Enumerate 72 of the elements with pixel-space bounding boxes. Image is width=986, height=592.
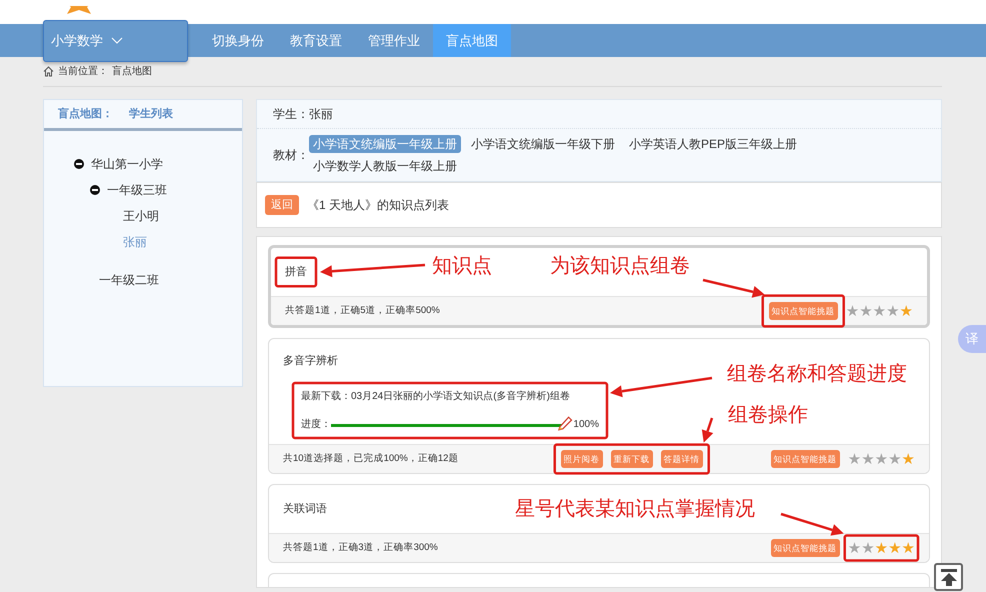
home-icon	[43, 66, 54, 77]
empty-star-icon: ★	[888, 452, 902, 466]
leader-arrow	[702, 418, 714, 443]
sidebar-title: 盲点地图：	[58, 106, 113, 122]
empty-star-icon: ★	[848, 540, 862, 556]
textbook-option[interactable]: 小学语文统编版一年级下册	[467, 135, 619, 153]
collapse-toggle-icon[interactable]	[74, 159, 84, 169]
leader-arrow	[702, 278, 765, 298]
progress-label: 进度：	[301, 418, 331, 432]
back-to-top-button[interactable]	[934, 563, 963, 591]
progress-reading: 100%	[573, 418, 599, 432]
arrow-up-icon	[938, 567, 958, 587]
annotation-label: 组卷操作	[728, 405, 808, 425]
nav-tab[interactable]: 盲点地图	[433, 24, 511, 57]
back-button[interactable]: 返回	[265, 194, 299, 216]
student-item[interactable]: 王小明	[123, 207, 159, 225]
student-name: 张丽	[309, 106, 333, 123]
student-item[interactable]: 张丽	[123, 233, 147, 251]
subject-dropdown[interactable]: 小学数学	[43, 20, 188, 62]
breadcrumb-label: 当前位置：	[58, 64, 108, 79]
smart-pick-button[interactable]: 知识点智能挑题	[770, 450, 840, 468]
sidebar-subtitle: 学生列表	[129, 106, 173, 122]
filled-star-icon: ★	[874, 540, 888, 556]
paper-action-button[interactable]: 照片阅卷	[560, 450, 603, 468]
knowledge-point-title: 关联词语	[283, 502, 327, 517]
knowledge-point-title: 拼音	[285, 264, 307, 280]
empty-star-icon: ★	[872, 304, 886, 318]
chevron-down-icon	[111, 37, 123, 45]
empty-star-icon: ★	[861, 540, 875, 556]
empty-star-icon: ★	[859, 304, 873, 318]
textbook-option[interactable]: 小学数学人教版一年级上册	[309, 157, 461, 175]
annotation-label: 为该知识点组卷	[550, 256, 690, 276]
nav-tab[interactable]: 切换身份	[199, 24, 277, 57]
smart-pick-button[interactable]: 知识点智能挑题	[770, 538, 840, 558]
textbook-option[interactable]: 小学语文统编版一年级上册	[309, 135, 461, 153]
nav-tab[interactable]: 管理作业	[355, 24, 433, 57]
knowledge-point-title: 多音字辨析	[283, 354, 338, 369]
student-label: 学生：	[273, 106, 309, 123]
breadcrumb-current: 盲点地图	[112, 64, 152, 79]
textbook-option[interactable]: 小学英语人教PEP版三年级上册	[625, 135, 802, 153]
empty-star-icon: ★	[874, 452, 888, 466]
pencil-icon	[558, 414, 574, 432]
annotation-label: 星号代表某知识点掌握情况	[515, 499, 755, 519]
empty-star-icon: ★	[848, 452, 862, 466]
nav-tab[interactable]: 教育设置	[277, 24, 355, 57]
highlight-frame	[274, 256, 318, 288]
empty-star-icon: ★	[861, 452, 875, 466]
empty-star-icon: ★	[886, 304, 900, 318]
textbook-label: 教材：	[273, 147, 309, 164]
filled-star-icon: ★	[888, 540, 902, 556]
filled-star-icon: ★	[900, 304, 913, 318]
answer-summary: 共答题1道，正确3道，正确率300%	[283, 540, 438, 555]
filled-star-icon: ★	[902, 452, 915, 466]
tree-node[interactable]: 一年级三班	[107, 181, 167, 199]
leader-arrow	[780, 512, 844, 536]
student-item[interactable]: 一年级二班	[99, 271, 159, 289]
collapse-toggle-icon[interactable]	[90, 185, 100, 195]
empty-star-icon: ★	[846, 304, 860, 318]
paper-action-button[interactable]: 答题详情	[660, 450, 703, 468]
answer-summary: 共10道选择题，已完成100%，正确12题	[283, 452, 458, 466]
smart-pick-button[interactable]: 知识点智能挑题	[768, 302, 838, 320]
subject-label: 小学数学	[51, 32, 103, 50]
paper-name: 03月24日张丽的小学语文知识点(多音字辨析)组卷	[351, 390, 570, 404]
annotation-label: 组卷名称和答题进度	[727, 364, 907, 384]
tree-node[interactable]: 华山第一小学	[91, 155, 163, 173]
filled-star-icon: ★	[902, 540, 915, 556]
paper-action-button[interactable]: 重新下载	[610, 450, 653, 468]
translate-button[interactable]: 译	[958, 325, 986, 353]
lesson-title: 《1 天地人》的知识点列表	[307, 197, 450, 214]
answer-summary: 共答题1道，正确5道，正确率500%	[285, 304, 440, 318]
annotation-label: 知识点	[432, 256, 492, 276]
download-label: 最新下载：	[301, 390, 351, 404]
